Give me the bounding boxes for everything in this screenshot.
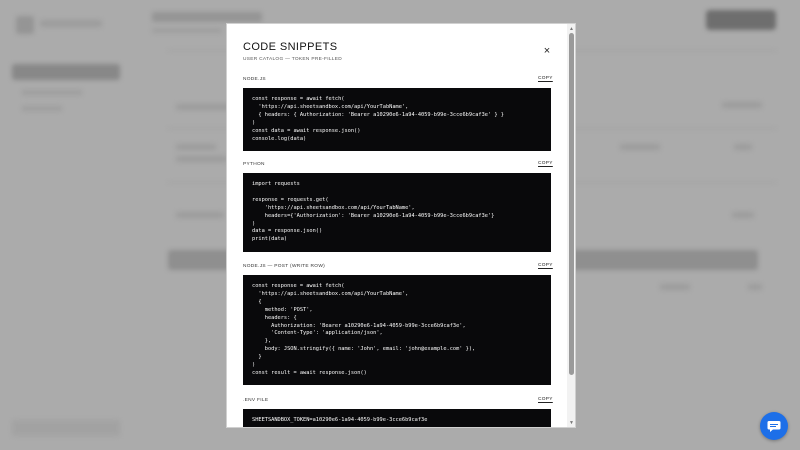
section-label-nodejs-post: NODE.JS — POST (WRITE ROW) [243,264,326,269]
scrollbar-thumb[interactable] [569,33,574,375]
scroll-up-icon[interactable]: ▲ [568,26,575,32]
scroll-down-icon[interactable]: ▼ [568,420,575,426]
section-label-nodejs: NODE.JS [243,77,266,82]
modal-scroll-content: CODE SNIPPETS USER CATALOG — TOKEN PRE-F… [227,24,567,427]
copy-button-nodejs[interactable]: COPY [538,76,553,81]
chat-widget-button[interactable] [760,412,788,440]
code-block-nodejs-post: const response = await fetch( 'https://a… [243,275,551,385]
modal-scrollbar[interactable]: ▲ ▼ [567,24,575,427]
chat-bubble-icon [767,421,781,432]
modal-title: CODE SNIPPETS [243,41,338,53]
code-block-env: SHEETSANDBOX_TOKEN=a10290e6-1a94-4059-b9… [243,409,551,427]
modal-subtitle: USER CATALOG — TOKEN PRE-FILLED [243,57,343,62]
section-label-python: PYTHON [243,162,265,167]
copy-button-env[interactable]: COPY [538,397,553,402]
copy-button-python[interactable]: COPY [538,161,553,166]
code-block-nodejs: const response = await fetch( 'https://a… [243,88,551,151]
section-label-env: .ENV FILE [243,398,269,403]
code-block-python: import requests response = requests.get(… [243,173,551,252]
code-snippets-modal: CODE SNIPPETS USER CATALOG — TOKEN PRE-F… [226,23,576,428]
close-icon[interactable]: × [541,45,553,57]
copy-button-nodejs-post[interactable]: COPY [538,263,553,268]
